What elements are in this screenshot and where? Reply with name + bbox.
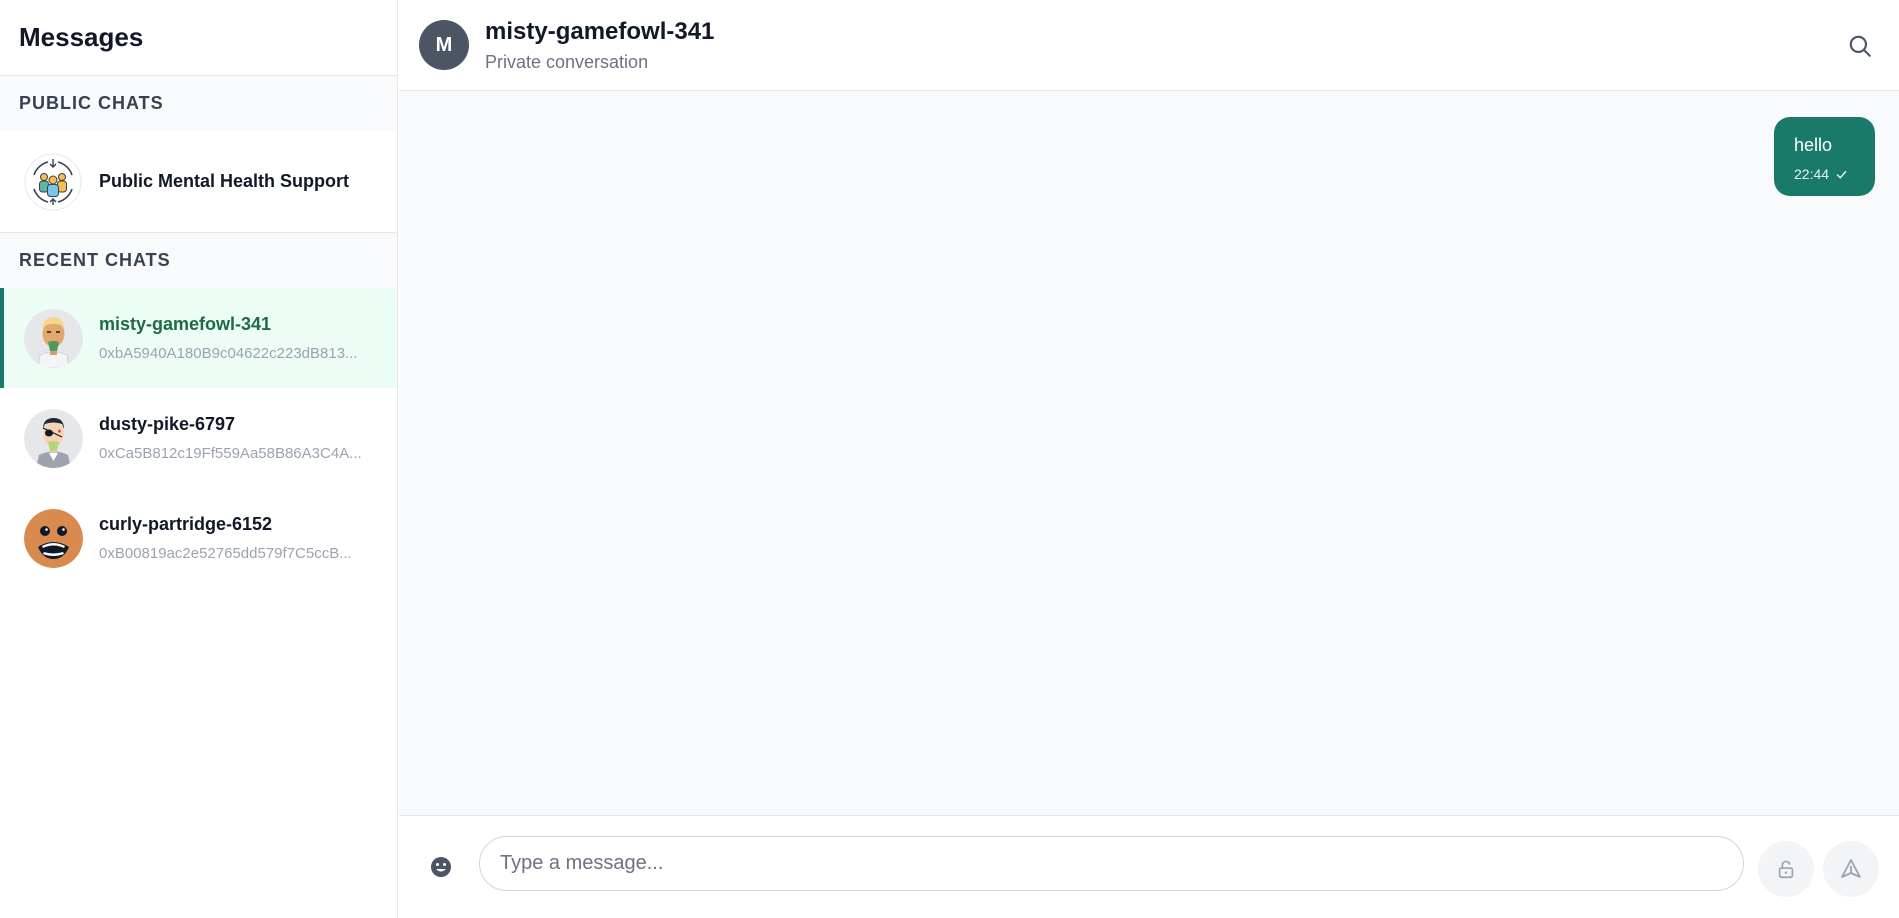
- send-button[interactable]: [1823, 841, 1879, 897]
- avatar: [24, 408, 83, 468]
- send-icon: [1841, 859, 1861, 878]
- recent-chat-item-curly-partridge[interactable]: curly-partridge-6152 0xB00819ac2e52765dd…: [0, 488, 397, 588]
- unlock-icon: [1778, 860, 1794, 879]
- message-input[interactable]: [479, 836, 1744, 891]
- recent-chat-name: curly-partridge-6152: [99, 514, 273, 534]
- recent-chat-text: dusty-pike-6797 0xCa5B812c19Ff559Aa58B86…: [99, 414, 375, 462]
- avatar: [24, 308, 83, 368]
- message-list: hello 22:44: [399, 91, 1899, 815]
- public-chat-name: Public Mental Health Support: [99, 171, 350, 191]
- message-time: 22:44: [1794, 166, 1830, 182]
- encryption-toggle-button[interactable]: [1758, 841, 1814, 897]
- recent-chat-address: 0xbA5940A180B9c04622c223dB813...: [99, 345, 358, 362]
- recent-chat-name: dusty-pike-6797: [99, 414, 236, 434]
- avatar: [24, 508, 83, 568]
- sidebar: Messages PUBLIC CHATS Public Mental Heal…: [0, 0, 398, 918]
- message-composer: [399, 815, 1899, 918]
- recent-chat-name: misty-gamefowl-341: [99, 314, 272, 334]
- search-icon[interactable]: [1847, 33, 1873, 59]
- recent-chat-text: misty-gamefowl-341 0xbA5940A180B9c04622c…: [99, 314, 375, 362]
- message-meta: 22:44: [1794, 166, 1855, 182]
- message-text: hello: [1794, 135, 1833, 155]
- chat-header-text: misty-gamefowl-341 Private conversation: [485, 18, 714, 73]
- recent-chat-text: curly-partridge-6152 0xB00819ac2e52765dd…: [99, 514, 375, 562]
- recent-chats-label: RECENT CHATS: [0, 232, 397, 288]
- chat-panel: M misty-gamefowl-341 Private conversatio…: [399, 0, 1899, 918]
- recent-chat-item-misty-gamefowl[interactable]: misty-gamefowl-341 0xbA5940A180B9c04622c…: [0, 288, 397, 388]
- sidebar-title: Messages: [19, 22, 144, 52]
- public-chat-item[interactable]: Public Mental Health Support: [0, 131, 397, 232]
- recent-chat-address: 0xCa5B812c19Ff559Aa58B86A3C4A...: [99, 445, 362, 462]
- recent-chat-item-dusty-pike[interactable]: dusty-pike-6797 0xCa5B812c19Ff559Aa58B86…: [0, 388, 397, 488]
- emoji-icon[interactable]: [429, 855, 453, 879]
- sidebar-header: Messages: [0, 0, 397, 76]
- chat-header: M misty-gamefowl-341 Private conversatio…: [399, 0, 1899, 91]
- message-bubble: hello 22:44: [1774, 117, 1875, 196]
- public-chats-label: PUBLIC CHATS: [0, 76, 397, 131]
- avatar: M: [419, 20, 469, 70]
- check-icon: [1836, 170, 1847, 178]
- group-support-icon: [24, 153, 82, 210]
- recent-chat-address: 0xB00819ac2e52765dd579f7C5ccB...: [99, 545, 352, 562]
- conversation-subtitle: Private conversation: [485, 51, 649, 72]
- conversation-name: misty-gamefowl-341: [485, 17, 715, 45]
